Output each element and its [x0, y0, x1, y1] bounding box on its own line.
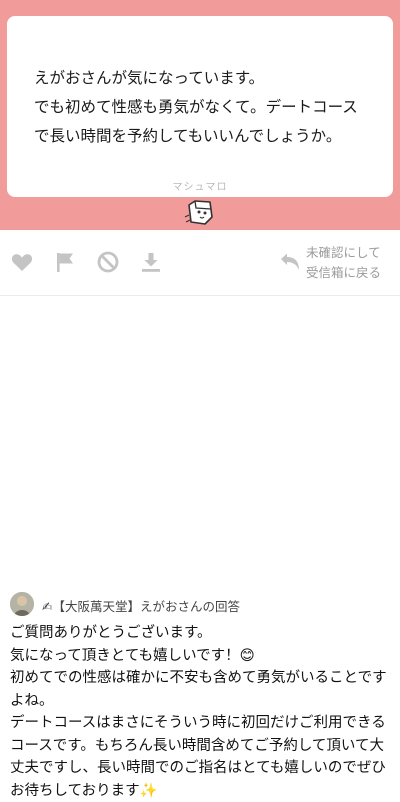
answerer-label: 【大阪萬天堂】えがおさんの回答 — [52, 599, 240, 614]
action-bar: 未確認にして 受信箱に戻る — [0, 230, 400, 295]
heart-icon[interactable] — [10, 250, 34, 274]
marshmallow-mascot-icon — [184, 200, 213, 225]
answer-line: 気になって頂きとても嬉しいです！😊 — [10, 647, 255, 664]
marshmallow-brand-label: マシュマロ — [172, 182, 228, 193]
answer-line: ご質問ありがとうございます。 — [10, 625, 212, 641]
avatar — [10, 592, 34, 616]
flag-icon[interactable] — [53, 250, 77, 274]
divider — [0, 295, 400, 296]
avatar-image — [10, 592, 34, 616]
answer-text: ご質問ありがとうございます。 気になって頂きとても嬉しいです！😊 初めてでの性感… — [10, 622, 394, 802]
question-banner: えがおさんが気になっています。 でも初めて性感も勇気がなくて。デートコース で長… — [0, 0, 400, 230]
return-to-inbox-button[interactable]: 未確認にして 受信箱に戻る — [306, 243, 381, 283]
block-icon[interactable] — [96, 250, 120, 274]
answer-header: ✍【大阪萬天堂】えがおさんの回答 — [42, 596, 240, 615]
answer-line: デートコースはまさにそういう時に初回だけご利用できるコースです。もちろん長い時間… — [10, 715, 386, 799]
question-text: えがおさんが気になっています。 でも初めて性感も勇気がなくて。デートコース で長… — [34, 69, 358, 145]
writing-hand-icon: ✍ — [42, 599, 53, 614]
download-icon[interactable] — [139, 250, 163, 274]
return-icon[interactable] — [279, 251, 301, 273]
question-card: えがおさんが気になっています。 でも初めて性感も勇気がなくて。デートコース で長… — [7, 16, 393, 197]
answer-line: 初めてでの性感は確かに不安も含めて勇気がいることですよね。 — [10, 670, 387, 709]
